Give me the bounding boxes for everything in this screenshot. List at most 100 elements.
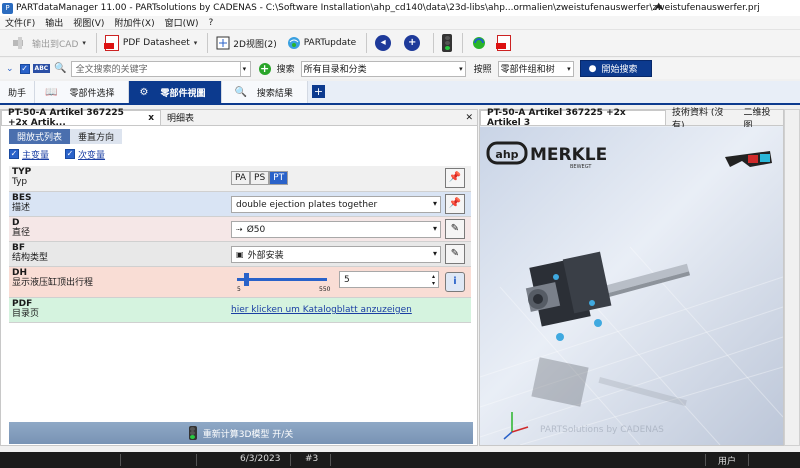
brand-sub: BEWEGT xyxy=(570,164,592,170)
3d-viewport[interactable]: ahp MERKLE BEWEGT PARTSolutions by CADEN… xyxy=(480,127,783,445)
description-select[interactable]: double ejection plates together ▾ xyxy=(231,196,441,213)
stroke-slider[interactable]: 5 550 xyxy=(231,267,339,297)
add-button[interactable]: + xyxy=(400,32,427,54)
param-row-dh: DH 显示液压缸顶出行程 5 550 5 ▴ ▾ i xyxy=(9,267,471,298)
search-input[interactable]: 全文搜索的关键字 xyxy=(70,60,241,77)
status-user: 用户 xyxy=(718,457,737,467)
tab-2d-drawing[interactable]: 二维投图 xyxy=(737,108,783,131)
edit-button[interactable]: ✎ xyxy=(445,219,465,239)
typ-option-ps[interactable]: PS xyxy=(250,171,270,185)
plus-icon: + xyxy=(404,35,421,51)
tab-bom[interactable]: 明细表 xyxy=(161,110,200,125)
back-arrow-icon: ◂ xyxy=(375,35,392,51)
sub-var-link[interactable]: 次变量 xyxy=(78,148,105,161)
status-bar: 6/3/2023 #3 用户 xyxy=(0,452,800,468)
edit-icon: ✎ xyxy=(450,248,460,259)
tab-tech-data[interactable]: 技術資料 (沒有) xyxy=(666,108,737,131)
add-search-icon[interactable]: + xyxy=(258,62,271,75)
search-row: ⌄ ✓ ABC 🔍 全文搜索的关键字 ▾ + 搜索 所有目录和分类 ▾ 按照 零… xyxy=(0,58,800,79)
export-cad-button[interactable]: 输出到CAD ▾ xyxy=(8,32,90,54)
param-name: TYP Typ xyxy=(12,167,32,187)
menu-output[interactable]: 输出 xyxy=(40,16,68,29)
traffic-light-icon xyxy=(442,34,453,52)
recalc-3d-toggle-button[interactable]: 重新计算3D模型 开/关 xyxy=(9,422,473,444)
brand-merkle: MERKLE xyxy=(530,145,607,165)
group-select[interactable]: 零部件组和树 ▾ xyxy=(497,60,574,77)
slider-min: 5 xyxy=(237,286,241,293)
globe-update-icon xyxy=(287,37,300,49)
book-icon: 📖 xyxy=(45,86,58,98)
right-panel-tabs: PT-50-A Artikel 367225 +2x Artikel 3 技術資… xyxy=(480,108,783,131)
add-tab-button[interactable]: + xyxy=(311,85,325,98)
spinner-icon[interactable]: ▴ ▾ xyxy=(432,273,435,287)
info-button[interactable]: i xyxy=(445,272,465,292)
parts-icon: ⚙ xyxy=(139,86,149,98)
refresh-button[interactable] xyxy=(467,32,491,54)
status-date: 6/3/2023 xyxy=(240,454,281,464)
close-icon[interactable]: x xyxy=(148,113,154,123)
info-icon: i xyxy=(453,276,457,287)
pin-button[interactable]: 📌 xyxy=(445,194,465,214)
scope-value: 所有目录和分类 xyxy=(303,65,367,75)
typ-option-pt[interactable]: PT xyxy=(269,171,289,185)
pin-button[interactable]: 📌 xyxy=(445,168,465,188)
status-divider xyxy=(290,454,291,466)
abc-checkbox[interactable]: ✓ xyxy=(19,63,30,74)
part-properties-panel: PT-50-A Artikel 367225 +2x Artik... x 明细… xyxy=(0,108,478,446)
partupdate-button[interactable]: PARTupdate xyxy=(283,32,360,54)
view-2d-button[interactable]: 2D视图(2) xyxy=(212,32,280,54)
search-mode-icon[interactable]: 🔍 xyxy=(54,63,66,74)
tab-search-results-label: 搜索結果 xyxy=(256,88,293,99)
status-light-button[interactable] xyxy=(438,32,456,54)
tab-3d-view[interactable]: PT-50-A Artikel 367225 +2x Artikel 3 xyxy=(480,108,667,128)
close-icon[interactable]: ✕ xyxy=(465,113,473,123)
tab-part-select[interactable]: 📖 零部件选择 xyxy=(35,81,130,103)
menu-bar: 文件(F) 输出 视图(V) 附加件(X) 窗口(W) ? xyxy=(0,16,800,30)
catalog-page-link[interactable]: hier klicken um Katalogblatt anzuzeigen xyxy=(231,305,412,315)
tab-part-detail[interactable]: PT-50-A Artikel 367225 +2x Artik... x xyxy=(1,108,161,128)
left-panel-tabs: PT-50-A Artikel 367225 +2x Artik... x 明细… xyxy=(1,108,477,128)
right-scrollbar[interactable] xyxy=(784,109,800,446)
edit-icon: ✎ xyxy=(450,223,460,234)
chevrons-down-icon[interactable]: ⌄ xyxy=(6,64,14,74)
tab-helper[interactable]: 助手 xyxy=(0,81,36,103)
title-bar: P PARTdataManager 11.00 - PARTsolutions … xyxy=(0,0,800,16)
view-2d-label: 2D视图(2) xyxy=(233,39,277,50)
structure-type-value: 外部安装 xyxy=(247,251,284,261)
slider-thumb[interactable] xyxy=(244,273,249,286)
param-name: PDF 目录页 xyxy=(12,299,40,319)
start-search-button[interactable]: ● 開始搜索 xyxy=(579,60,652,77)
diameter-value: Ø50 xyxy=(246,224,266,235)
menu-help[interactable]: ? xyxy=(204,18,219,28)
3d-scene: ahp MERKLE BEWEGT PARTSolutions by CADEN… xyxy=(480,141,783,445)
param-name: BES 描述 xyxy=(12,193,32,213)
tab-search-results[interactable]: 🔍 搜索結果 xyxy=(222,81,308,103)
toolbar-divider xyxy=(366,33,368,53)
menu-addons[interactable]: 附加件(X) xyxy=(109,16,159,29)
recalc-label: 重新计算3D模型 开/关 xyxy=(202,429,294,440)
sub-var-checkbox[interactable]: ✓ xyxy=(65,149,76,159)
chevron-down-icon: ▾ xyxy=(432,199,437,208)
structure-type-select[interactable]: ▣ 外部安装 ▾ xyxy=(231,246,441,263)
main-var-checkbox[interactable]: ✓ xyxy=(9,149,19,159)
pdf-icon xyxy=(496,35,512,51)
tab-table-view[interactable]: 開放式列表 xyxy=(9,129,71,144)
menu-file[interactable]: 文件(F) xyxy=(0,16,40,29)
main-var-link[interactable]: 主变量 xyxy=(22,148,49,161)
menu-view[interactable]: 视图(V) xyxy=(68,16,109,29)
tab-helper-label: 助手 xyxy=(8,88,27,99)
typ-option-pa[interactable]: PA xyxy=(231,171,251,185)
tab-vertical-view[interactable]: 垂直方向 xyxy=(70,129,123,144)
scope-select[interactable]: 所有目录和分类 ▾ xyxy=(300,60,466,77)
diameter-select[interactable]: ⇢ Ø50 ▾ xyxy=(231,221,441,238)
nav-back-button[interactable]: ◂ xyxy=(371,32,398,54)
pdf-datasheet-button[interactable]: PDF Datasheet ▾ xyxy=(101,32,201,54)
pdf-export-button[interactable] xyxy=(493,32,519,54)
stroke-input[interactable]: 5 ▴ ▾ xyxy=(339,271,439,288)
tab-part-view[interactable]: ⚙ 零部件視圖 xyxy=(129,81,223,103)
edit-button[interactable]: ✎ xyxy=(445,244,465,264)
typ-segmented-control[interactable]: PA PS PT xyxy=(231,171,289,185)
search-dropdown-arrow[interactable]: ▾ xyxy=(240,60,251,77)
menu-window[interactable]: 窗口(W) xyxy=(160,16,204,29)
toolbar-divider xyxy=(95,33,97,53)
